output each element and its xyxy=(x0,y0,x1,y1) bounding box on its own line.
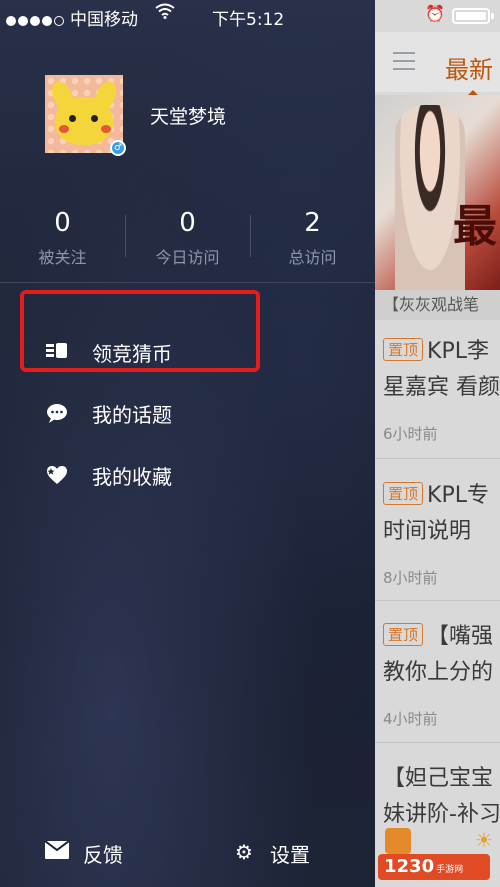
watermark-logo: 1230 手游网 xyxy=(378,854,490,880)
feed-item-title: KPL专 xyxy=(427,483,489,508)
banner-caption: 【灰灰观战笔 xyxy=(375,290,500,320)
settings-label: 设置 xyxy=(270,843,310,867)
feed-item-time: 8小时前 xyxy=(383,569,438,587)
avatar[interactable] xyxy=(45,75,123,153)
highlight-annotation-box xyxy=(20,290,260,372)
menu-item-label: 我的收藏 xyxy=(92,465,172,489)
signal-strength-icon xyxy=(6,11,66,31)
menu-item-label: 我的话题 xyxy=(92,403,172,427)
feed-item-title: 【妲己宝宝 xyxy=(383,766,494,791)
feed-item[interactable]: 置顶 KPL专 时间说明 8小时前 xyxy=(383,477,500,588)
stat-label: 今日访问 xyxy=(155,248,220,267)
feed-banner[interactable]: 最 xyxy=(375,95,500,290)
pinned-badge: 置顶 xyxy=(383,337,424,361)
gear-icon: ⚙ xyxy=(235,840,253,864)
stat-total-visits[interactable]: 2 总访问 xyxy=(250,208,375,268)
favorite-icon xyxy=(46,465,68,485)
feed-item-title: KPL李 xyxy=(427,339,489,364)
section-divider xyxy=(0,282,375,283)
feed-divider xyxy=(375,742,500,743)
hamburger-menu-icon[interactable] xyxy=(393,52,415,76)
feed-item-title-line2: 教你上分的 xyxy=(383,660,494,685)
chat-bubble-icon xyxy=(46,403,68,423)
username[interactable]: 天堂梦境 xyxy=(150,102,226,129)
feed-item-title-line2: 星嘉宾 看颜 xyxy=(383,375,500,400)
wifi-icon xyxy=(155,3,175,24)
battery-tip xyxy=(491,13,494,19)
stat-value: 0 xyxy=(179,208,196,238)
status-bar: 中国移动 下午5:12 ⏰ xyxy=(0,0,500,32)
feed-item-title: 【嘴强 xyxy=(427,624,494,649)
sun-icon: ☀ xyxy=(475,828,493,852)
carrier-name: 中国移动 xyxy=(70,10,138,30)
mail-icon xyxy=(44,840,70,864)
alarm-icon: ⏰ xyxy=(425,4,445,23)
feed-item-time: 4小时前 xyxy=(383,710,438,728)
feedback-label: 反馈 xyxy=(83,843,123,867)
stat-label: 被关注 xyxy=(38,248,87,267)
background-feed: 最新 最 【灰灰观战笔 置顶 KPL李 星嘉宾 看颜 6小时前 置顶 KPL专 时间… xyxy=(375,0,500,887)
tab-latest[interactable]: 最新 xyxy=(445,50,493,85)
feed-divider xyxy=(375,458,500,459)
feed-item[interactable]: 置顶 【嘴强 教你上分的 4小时前 xyxy=(383,618,500,729)
stat-followers[interactable]: 0 被关注 xyxy=(0,208,125,268)
stat-label: 总访问 xyxy=(288,248,337,267)
menu-item-my-topics[interactable]: 我的话题 xyxy=(0,383,375,443)
stat-value: 0 xyxy=(54,208,71,238)
settings-button[interactable]: ⚙ 设置 xyxy=(232,836,352,870)
gender-badge-icon: ♂ xyxy=(110,140,126,156)
feedback-button[interactable]: 反馈 xyxy=(44,836,165,870)
pinned-badge: 置顶 xyxy=(383,622,424,646)
menu-item-my-favorites[interactable]: 我的收藏 xyxy=(0,445,375,505)
feed-item-title-line2: 时间说明 xyxy=(383,519,472,544)
feed-item[interactable]: 【妲己宝宝 妹讲阶-补习 xyxy=(383,760,500,828)
side-drawer: ♂ 天堂梦境 0 被关注 0 今日访问 2 总访问 领竞猜币 我的话题 我的收藏 xyxy=(0,0,375,887)
feed-divider xyxy=(375,600,500,601)
stat-value: 2 xyxy=(304,208,321,238)
stat-today-visits[interactable]: 0 今日访问 xyxy=(125,208,250,268)
battery-icon xyxy=(452,8,490,24)
banner-text: 最 xyxy=(453,201,497,252)
feed-item-time: 6小时前 xyxy=(383,425,438,443)
feed-item-title-line2: 妹讲阶-补习 xyxy=(383,802,500,827)
pinned-badge: 置顶 xyxy=(383,481,424,505)
feed-bottom-tab-icon[interactable] xyxy=(385,828,411,854)
status-time: 下午5:12 xyxy=(212,10,285,30)
feed-item[interactable]: 置顶 KPL李 星嘉宾 看颜 6小时前 xyxy=(383,333,500,444)
